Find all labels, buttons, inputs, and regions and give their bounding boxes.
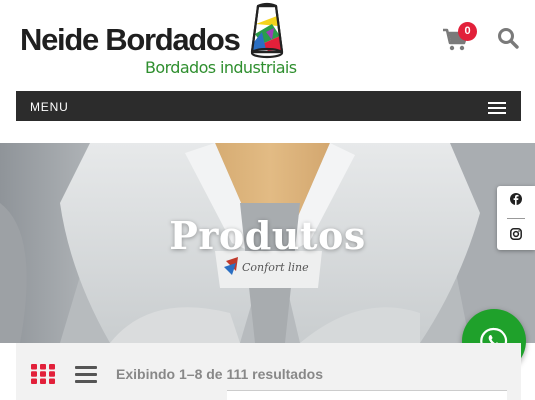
site-header: Neide Bordados Bordados industriais 0 (0, 0, 535, 88)
cart-count-badge: 0 (458, 22, 477, 41)
social-float (497, 186, 535, 250)
results-count: Exibindo 1–8 de 111 resultados (116, 366, 323, 382)
hero-banner: Confort line Produtos (0, 143, 535, 343)
page-title: Produtos (169, 213, 366, 258)
social-divider (507, 218, 525, 219)
logo-tagline: Bordados industriais (145, 58, 297, 77)
menu-label: MENU (30, 100, 69, 114)
site-logo[interactable]: Neide Bordados Bordados industriais (18, 2, 297, 82)
list-view-icon[interactable] (75, 366, 97, 384)
instagram-icon[interactable] (510, 228, 522, 240)
thread-spool-icon (250, 2, 284, 59)
search-icon[interactable] (497, 27, 519, 49)
hamburger-icon[interactable] (488, 102, 506, 114)
sort-select[interactable] (227, 390, 507, 400)
menu-bar[interactable]: MENU (16, 91, 521, 121)
shop-toolbar: Exibindo 1–8 de 111 resultados (16, 343, 521, 400)
label-brand-text: Confort line (242, 261, 309, 274)
facebook-icon[interactable] (510, 193, 522, 205)
logo-name: Neide Bordados (20, 22, 241, 57)
page: Neide Bordados Bordados industriais 0 ME… (0, 0, 535, 400)
grid-view-icon[interactable] (31, 364, 55, 384)
